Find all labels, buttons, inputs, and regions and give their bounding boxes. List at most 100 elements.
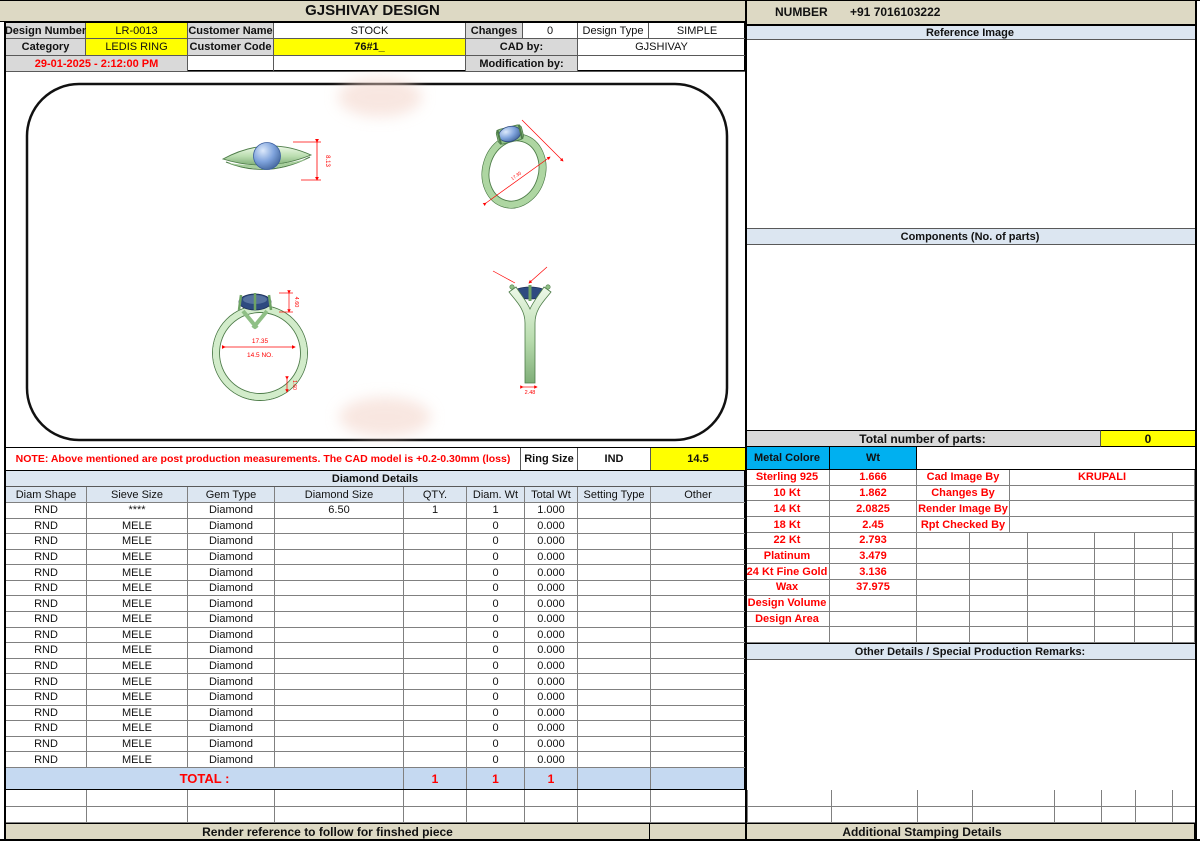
- empty-cell[interactable]: [917, 564, 970, 580]
- diamond-cell[interactable]: MELE: [87, 643, 188, 659]
- empty-cell[interactable]: [1028, 580, 1095, 596]
- empty-cell[interactable]: [1028, 627, 1095, 643]
- diamond-cell[interactable]: RND: [6, 674, 87, 690]
- metal-name-cell[interactable]: 24 Kt Fine Gold: [745, 564, 830, 580]
- diamond-cell[interactable]: 0: [467, 737, 525, 753]
- diamond-cell[interactable]: [651, 721, 746, 737]
- diamond-cell[interactable]: Diamond: [188, 690, 275, 706]
- empty-cell[interactable]: [970, 596, 1028, 612]
- empty-cell[interactable]: [275, 790, 404, 807]
- diamond-cell[interactable]: 0: [467, 596, 525, 612]
- diamond-cell[interactable]: [651, 612, 746, 628]
- diamond-cell[interactable]: [275, 690, 404, 706]
- diamond-cell[interactable]: 1.000: [525, 503, 578, 519]
- diamond-cell[interactable]: [404, 674, 467, 690]
- diamond-cell[interactable]: [578, 721, 651, 737]
- diamond-cell[interactable]: [275, 659, 404, 675]
- diamond-cell[interactable]: [651, 628, 746, 644]
- diamond-cell[interactable]: Diamond: [188, 659, 275, 675]
- diamond-cell[interactable]: [275, 674, 404, 690]
- diamond-cell[interactable]: RND: [6, 550, 87, 566]
- diamond-cell[interactable]: [651, 752, 746, 768]
- empty-cell[interactable]: [188, 56, 274, 72]
- empty-cell[interactable]: [1136, 790, 1173, 807]
- diamond-cell[interactable]: [275, 721, 404, 737]
- signoff-value-cell[interactable]: [1010, 486, 1195, 502]
- total-parts-value[interactable]: 0: [1100, 430, 1195, 447]
- diamond-cell[interactable]: [404, 565, 467, 581]
- diamond-cell[interactable]: 0: [467, 690, 525, 706]
- diamond-cell[interactable]: [578, 519, 651, 535]
- empty-cell[interactable]: [917, 580, 970, 596]
- diamond-cell[interactable]: 0: [467, 565, 525, 581]
- diamond-cell[interactable]: 0: [467, 674, 525, 690]
- empty-cell[interactable]: [404, 807, 467, 824]
- diamond-cell[interactable]: 0.000: [525, 674, 578, 690]
- diamond-cell[interactable]: ****: [87, 503, 188, 519]
- diamond-cell[interactable]: Diamond: [188, 565, 275, 581]
- metal-name-cell[interactable]: 22 Kt: [745, 533, 830, 549]
- diamond-cell[interactable]: [275, 519, 404, 535]
- diamond-cell[interactable]: 0.000: [525, 659, 578, 675]
- diamond-cell[interactable]: [651, 690, 746, 706]
- empty-cell[interactable]: [1135, 533, 1173, 549]
- diamond-cell[interactable]: [404, 752, 467, 768]
- empty-cell[interactable]: [748, 807, 832, 824]
- empty-cell[interactable]: [973, 807, 1055, 824]
- diamond-cell[interactable]: [404, 643, 467, 659]
- total-qty[interactable]: 1: [404, 768, 467, 789]
- diamond-cell[interactable]: RND: [6, 690, 87, 706]
- empty-cell[interactable]: [87, 807, 188, 824]
- metal-name-cell[interactable]: Design Area: [745, 612, 830, 628]
- changes-value[interactable]: 0: [523, 23, 578, 39]
- empty-cell[interactable]: [467, 790, 525, 807]
- empty-cell[interactable]: [1095, 564, 1135, 580]
- empty-cell[interactable]: [651, 807, 748, 824]
- empty-cell[interactable]: [1135, 596, 1173, 612]
- diamond-cell[interactable]: [404, 596, 467, 612]
- empty-cell[interactable]: [970, 533, 1028, 549]
- customer-name-value[interactable]: STOCK: [274, 23, 466, 39]
- diamond-cell[interactable]: RND: [6, 534, 87, 550]
- diamond-cell[interactable]: 0: [467, 550, 525, 566]
- diamond-cell[interactable]: [578, 752, 651, 768]
- diamond-cell[interactable]: RND: [6, 519, 87, 535]
- metal-name-cell[interactable]: Design Volume: [745, 596, 830, 612]
- signoff-value-cell[interactable]: KRUPALI: [1010, 470, 1195, 486]
- diamond-cell[interactable]: Diamond: [188, 534, 275, 550]
- empty-cell[interactable]: [1173, 612, 1195, 628]
- empty-cell[interactable]: [1095, 596, 1135, 612]
- diamond-cell[interactable]: MELE: [87, 581, 188, 597]
- diamond-cell[interactable]: 0.000: [525, 752, 578, 768]
- empty-cell[interactable]: [970, 564, 1028, 580]
- empty-cell[interactable]: [1028, 612, 1095, 628]
- diamond-cell[interactable]: 0: [467, 612, 525, 628]
- diamond-cell[interactable]: 0.000: [525, 628, 578, 644]
- metal-name-cell[interactable]: Sterling 925: [745, 470, 830, 486]
- diamond-cell[interactable]: 0.000: [525, 612, 578, 628]
- diamond-cell[interactable]: Diamond: [188, 737, 275, 753]
- diamond-cell[interactable]: [651, 737, 746, 753]
- empty-cell[interactable]: [1102, 807, 1136, 824]
- diamond-cell[interactable]: 0.000: [525, 690, 578, 706]
- diamond-cell[interactable]: Diamond: [188, 628, 275, 644]
- diamond-cell[interactable]: [578, 643, 651, 659]
- diamond-cell[interactable]: [275, 534, 404, 550]
- diamond-cell[interactable]: [578, 612, 651, 628]
- diamond-cell[interactable]: RND: [6, 612, 87, 628]
- diamond-cell[interactable]: RND: [6, 643, 87, 659]
- diamond-cell[interactable]: RND: [6, 721, 87, 737]
- diamond-cell[interactable]: MELE: [87, 674, 188, 690]
- empty-cell[interactable]: [188, 807, 275, 824]
- diamond-cell[interactable]: [651, 581, 746, 597]
- empty-cell[interactable]: [1095, 533, 1135, 549]
- diamond-cell[interactable]: MELE: [87, 721, 188, 737]
- diamond-cell[interactable]: Diamond: [188, 643, 275, 659]
- diamond-cell[interactable]: [404, 737, 467, 753]
- empty-cell[interactable]: [917, 549, 970, 565]
- diamond-cell[interactable]: [651, 503, 746, 519]
- empty-cell[interactable]: [87, 790, 188, 807]
- category-value[interactable]: LEDIS RING: [86, 39, 188, 56]
- metal-wt-cell[interactable]: 2.0825: [830, 501, 917, 517]
- empty-cell[interactable]: [1095, 549, 1135, 565]
